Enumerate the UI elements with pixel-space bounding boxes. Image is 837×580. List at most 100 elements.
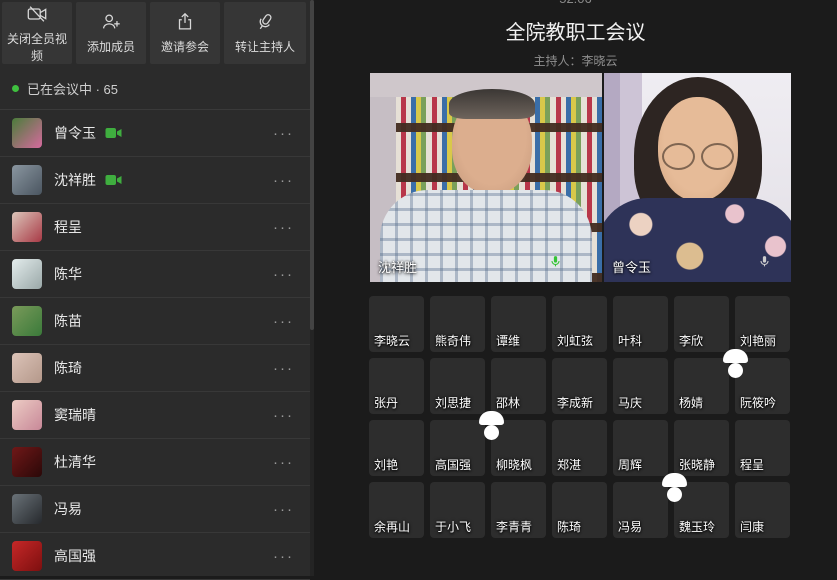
participant-name: 程呈	[740, 456, 764, 473]
invite-button[interactable]: 邀请参会	[150, 2, 220, 64]
video-participant-name: 曾令玉	[612, 257, 651, 276]
participant-row[interactable]: 冯易 ···	[0, 486, 310, 533]
more-options-button[interactable]: ···	[269, 265, 298, 284]
participants-sidebar: 关闭全员视频 添加成员 邀请参会	[0, 0, 310, 576]
add-member-button[interactable]: 添加成员	[76, 2, 146, 64]
participant-name: 郑湛	[557, 456, 581, 473]
participant-name: 高国强	[54, 546, 96, 566]
microphone-icon	[254, 11, 276, 33]
participant-tile[interactable]: 邵林	[491, 358, 546, 414]
participant-name: 窦瑞晴	[54, 405, 96, 425]
participant-name: 邵林	[496, 394, 520, 411]
participant-name: 闫康	[740, 518, 764, 535]
meeting-timer: 52:06	[559, 0, 592, 6]
participant-tile[interactable]: 谭维	[491, 296, 546, 352]
participant-tile[interactable]: 杨婧	[674, 358, 729, 414]
toolbar: 关闭全员视频 添加成员 邀请参会	[0, 0, 310, 66]
participant-name: 李成新	[557, 394, 593, 411]
participant-tile[interactable]: 周辉	[613, 420, 668, 476]
participant-name: 杨婧	[679, 394, 703, 411]
participant-tile[interactable]: 于小飞	[430, 482, 485, 538]
participant-tile[interactable]: 余再山	[369, 482, 424, 538]
avatar	[12, 400, 42, 430]
participant-name: 李欣	[679, 332, 703, 349]
participant-tile[interactable]: 阮筱吟	[735, 358, 790, 414]
more-options-button[interactable]: ···	[269, 124, 298, 143]
more-options-button[interactable]: ···	[269, 171, 298, 190]
participant-name: 李青青	[496, 518, 532, 535]
participant-name: 程呈	[54, 217, 82, 237]
more-options-button[interactable]: ···	[269, 453, 298, 472]
transfer-host-button[interactable]: 转让主持人	[224, 2, 306, 64]
participant-name: 曾令玉	[54, 123, 96, 143]
button-label: 关闭全员视频	[2, 30, 72, 64]
participant-tile[interactable]: 熊奇伟	[430, 296, 485, 352]
person-add-icon	[100, 11, 122, 33]
participant-tile[interactable]: 高国强	[430, 420, 485, 476]
participant-tile[interactable]: 程呈	[735, 420, 790, 476]
more-options-button[interactable]: ···	[269, 218, 298, 237]
mic-icon	[758, 254, 771, 274]
camera-on-icon	[105, 174, 122, 186]
participant-row[interactable]: 陈苗 ···	[0, 298, 310, 345]
participant-name: 冯易	[54, 499, 82, 519]
participant-tile[interactable]: 柳晓枫	[491, 420, 546, 476]
participant-tile[interactable]: 刘艳丽	[735, 296, 790, 352]
avatar	[12, 165, 42, 195]
participant-tile[interactable]: 闫康	[735, 482, 790, 538]
participant-row[interactable]: 杜清华 ···	[0, 439, 310, 486]
participant-name: 谭维	[496, 332, 520, 349]
avatar	[12, 447, 42, 477]
video-feed[interactable]: 沈祥胜	[370, 73, 602, 282]
more-options-button[interactable]: ···	[269, 312, 298, 331]
participant-name: 刘艳丽	[740, 332, 776, 349]
in-meeting-status: 已在会议中 · 65	[0, 66, 310, 110]
participant-tile[interactable]: 郑湛	[552, 420, 607, 476]
participant-tile[interactable]: 李青青	[491, 482, 546, 538]
participant-name: 陈华	[54, 264, 82, 284]
participant-row[interactable]: 曾令玉 ···	[0, 110, 310, 157]
participant-tile[interactable]: 刘思捷	[430, 358, 485, 414]
avatar	[12, 494, 42, 524]
participant-tile[interactable]: 张丹	[369, 358, 424, 414]
avatar	[12, 259, 42, 289]
participant-row[interactable]: 陈华 ···	[0, 251, 310, 298]
share-icon	[174, 11, 196, 33]
participant-row[interactable]: 窦瑞晴 ···	[0, 392, 310, 439]
participant-tile[interactable]: 刘艳	[369, 420, 424, 476]
participant-row[interactable]: 沈祥胜 ···	[0, 157, 310, 204]
camera-on-icon	[105, 127, 122, 139]
participant-tile[interactable]: 李成新	[552, 358, 607, 414]
video-feed[interactable]: 曾令玉	[604, 73, 791, 282]
participant-name: 阮筱吟	[740, 394, 776, 411]
participant-name: 魏玉玲	[679, 518, 715, 535]
participant-row[interactable]: 程呈 ···	[0, 204, 310, 251]
participant-name: 沈祥胜	[54, 170, 96, 190]
participant-name: 刘虹弦	[557, 332, 593, 349]
close-all-video-button[interactable]: 关闭全员视频	[2, 2, 72, 64]
more-options-button[interactable]: ···	[269, 359, 298, 378]
participant-tile[interactable]: 马庆	[613, 358, 668, 414]
participant-tile[interactable]: 叶科	[613, 296, 668, 352]
participant-row[interactable]: 陈琦 ···	[0, 345, 310, 392]
in-meeting-count: 已在会议中 · 65	[27, 79, 118, 98]
participant-tile[interactable]: 张晓静	[674, 420, 729, 476]
more-options-button[interactable]: ···	[269, 406, 298, 425]
meeting-title: 全院教职工会议	[314, 0, 837, 45]
participant-name: 陈琦	[557, 518, 581, 535]
participant-tile[interactable]: 陈琦	[552, 482, 607, 538]
mic-on-icon	[549, 254, 562, 274]
button-label: 邀请参会	[161, 38, 209, 55]
participant-tile[interactable]: 冯易	[613, 482, 668, 538]
participant-name: 刘艳	[374, 456, 398, 473]
participant-row[interactable]: 高国强 ···	[0, 533, 310, 580]
meeting-main-area: 52:06 全院教职工会议 主持人：李晓云 沈祥胜 曾令玉 李晓云 熊奇伟 谭维…	[314, 0, 837, 576]
participant-tile[interactable]: 刘虹弦	[552, 296, 607, 352]
avatar	[12, 353, 42, 383]
participant-tile[interactable]: 李晓云	[369, 296, 424, 352]
participant-tile[interactable]: 李欣	[674, 296, 729, 352]
participant-tile[interactable]: 魏玉玲	[674, 482, 729, 538]
more-options-button[interactable]: ···	[269, 500, 298, 519]
more-options-button[interactable]: ···	[269, 547, 298, 566]
participant-name: 周辉	[618, 456, 642, 473]
